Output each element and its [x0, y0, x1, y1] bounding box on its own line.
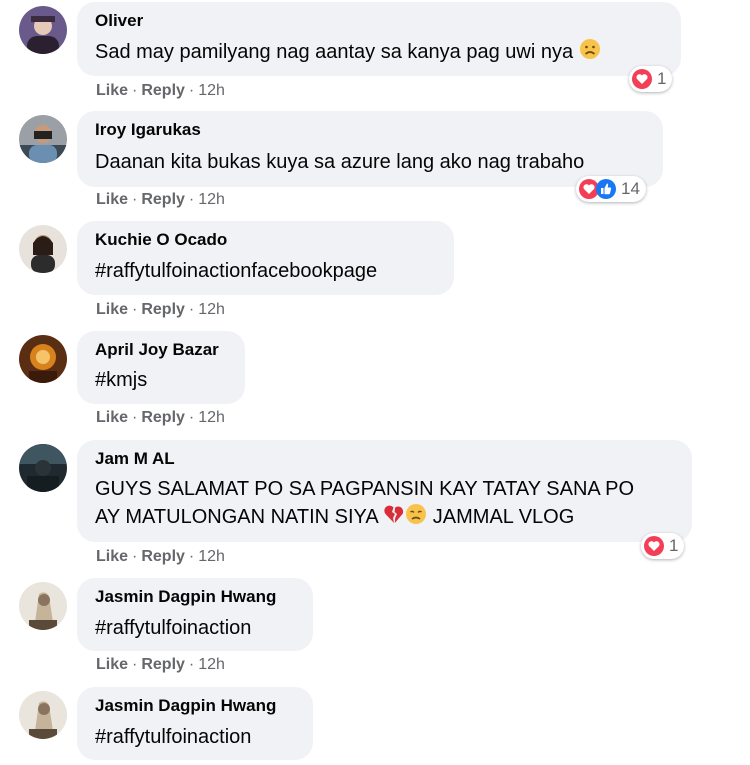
reaction-count: 1 [657, 69, 667, 88]
comment-time[interactable]: 12h [198, 548, 225, 565]
comment-bubble: Jasmin Dagpin Hwang #raffytulfoinaction [77, 578, 313, 651]
comment-time[interactable]: 12h [198, 191, 225, 208]
comment-bubble: Iroy Igarukas Daanan kita bukas kuya sa … [77, 111, 663, 187]
comment-bubble: Kuchie O Ocado #raffytulfoinactionfacebo… [77, 221, 454, 295]
comment-time[interactable]: 12h [198, 82, 225, 99]
like-link[interactable]: Like [96, 82, 128, 99]
comment-actions: Like · Reply · 12h [96, 656, 225, 673]
comment-text-line: AY MATULONGAN NATIN SIYA [95, 505, 378, 528]
like-link[interactable]: Like [96, 409, 128, 426]
comment-actions: Like · Reply · 12h [96, 301, 225, 318]
reaction-summary[interactable]: 1 [629, 66, 673, 92]
comment-bubble: Jasmin Dagpin Hwang #raffytulfoinaction [77, 687, 313, 760]
comment-actions: Like · Reply · 12h [96, 191, 225, 208]
broken-heart-icon [383, 503, 405, 532]
comment-time[interactable]: 12h [198, 409, 225, 426]
like-link[interactable]: Like [96, 191, 128, 208]
avatar[interactable] [19, 115, 67, 163]
comment-text: Daanan kita bukas kuya sa azure lang ako… [95, 151, 585, 173]
comment-text: #kmjs [95, 369, 148, 391]
comment-author[interactable]: Kuchie O Ocado [95, 230, 227, 250]
comment-author[interactable]: April Joy Bazar [95, 340, 219, 360]
heart-icon [644, 536, 664, 556]
reply-link[interactable]: Reply [141, 191, 185, 208]
comment-author[interactable]: Jam M AL [95, 449, 175, 469]
reaction-summary[interactable]: 14 [576, 176, 646, 202]
comment-actions: Like · Reply · 12h [96, 409, 225, 426]
avatar[interactable] [19, 6, 67, 54]
frowning-face-icon [579, 38, 601, 67]
comment-bubble: Oliver Sad may pamilyang nag aantay sa k… [77, 2, 681, 76]
reply-link[interactable]: Reply [141, 301, 185, 318]
comment-text: Sad may pamilyang nag aantay sa kanya pa… [95, 40, 574, 63]
like-link[interactable]: Like [96, 301, 128, 318]
comment-author[interactable]: Oliver [95, 11, 143, 31]
comment-author[interactable]: Jasmin Dagpin Hwang [95, 587, 276, 607]
comment-author[interactable]: Iroy Igarukas [95, 120, 201, 140]
comment-text: #raffytulfoinaction [95, 726, 252, 748]
reply-link[interactable]: Reply [141, 82, 185, 99]
reaction-count: 1 [669, 536, 679, 555]
reply-link[interactable]: Reply [141, 656, 185, 673]
heart-icon [632, 69, 652, 89]
comment-bubble: Jam M AL GUYS SALAMAT PO SA PAGPANSIN KA… [77, 440, 692, 542]
comment-text: #raffytulfoinactionfacebookpage [95, 260, 378, 282]
comment-time[interactable]: 12h [198, 656, 225, 673]
like-link[interactable]: Like [96, 656, 128, 673]
comment-actions: Like · Reply · 12h [96, 548, 225, 565]
reply-link[interactable]: Reply [141, 548, 185, 565]
reply-link[interactable]: Reply [141, 409, 185, 426]
reaction-summary[interactable]: 1 [641, 533, 685, 559]
reaction-count: 14 [621, 179, 640, 198]
avatar[interactable] [19, 691, 67, 739]
comment-bubble: April Joy Bazar #kmjs [77, 331, 245, 404]
comment-text: #raffytulfoinaction [95, 617, 252, 639]
avatar[interactable] [19, 444, 67, 492]
sad-face-icon [405, 503, 427, 532]
like-link[interactable]: Like [96, 548, 128, 565]
comment-actions: Like · Reply · 12h [96, 82, 225, 99]
like-icon [596, 179, 616, 199]
avatar[interactable] [19, 335, 67, 383]
comment-time[interactable]: 12h [198, 301, 225, 318]
avatar[interactable] [19, 582, 67, 630]
comment-text-suffix: JAMMAL VLOG [432, 505, 575, 528]
comment-author[interactable]: Jasmin Dagpin Hwang [95, 696, 276, 716]
comment-text-line: GUYS SALAMAT PO SA PAGPANSIN KAY TATAY S… [95, 478, 635, 500]
avatar[interactable] [19, 225, 67, 273]
